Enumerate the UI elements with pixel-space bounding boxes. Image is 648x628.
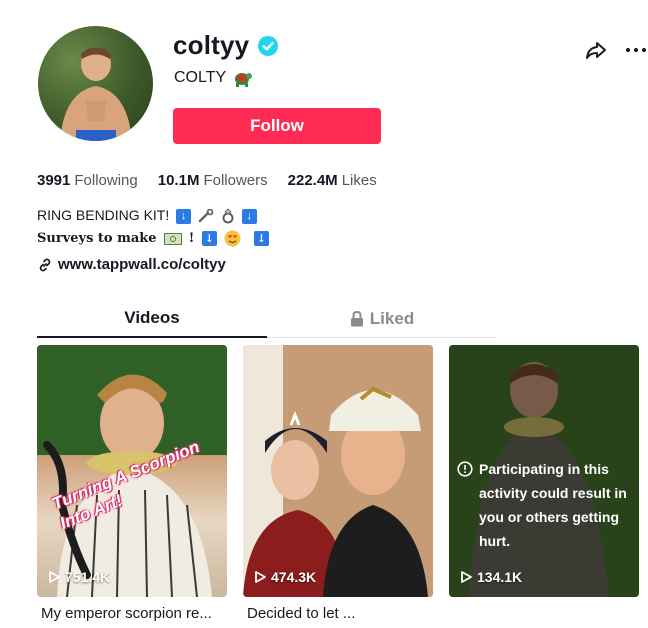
video-card[interactable]: Turning A Scorpion Into Art! 751.4K bbox=[37, 345, 227, 597]
down-arrow-icon: ↓ bbox=[176, 208, 192, 224]
bio-link[interactable]: www.tappwall.co/coltyy bbox=[38, 256, 226, 273]
stat-value: 3991 bbox=[37, 172, 71, 189]
down-arrow-icon: ↓ bbox=[253, 231, 269, 246]
video-caption[interactable]: Decided to let ... bbox=[247, 605, 355, 622]
view-count-value: 751.4K bbox=[65, 569, 111, 585]
link-icon bbox=[39, 258, 51, 271]
stat-following[interactable]: 3991 Following bbox=[37, 172, 138, 189]
turtle-emoji-icon bbox=[235, 73, 253, 87]
money-icon bbox=[164, 232, 183, 245]
play-icon bbox=[49, 571, 60, 583]
ring-icon bbox=[222, 208, 234, 224]
more-icon[interactable] bbox=[624, 38, 648, 62]
view-count-value: 474.3K bbox=[271, 569, 317, 585]
stat-followers[interactable]: 10.1M Followers bbox=[158, 172, 268, 189]
bio: RING BENDING KIT! ↓ ↓ Surveys to make ! … bbox=[37, 204, 269, 250]
play-icon bbox=[255, 571, 266, 583]
avatar[interactable] bbox=[38, 26, 153, 141]
bio-line-2: Surveys to make ! ↓ ↓ bbox=[37, 227, 269, 250]
profile-stats: 3991 Following 10.1M Followers 222.4M Likes bbox=[37, 172, 377, 189]
stat-label: Followers bbox=[203, 172, 268, 189]
nickname: COLTY bbox=[174, 69, 227, 86]
content-warning: Participating in this activity could res… bbox=[457, 457, 633, 553]
username: coltyy bbox=[173, 30, 250, 60]
video-card[interactable]: Participating in this activity could res… bbox=[449, 345, 639, 597]
video-card[interactable]: 474.3K bbox=[243, 345, 433, 597]
tab-label: Liked bbox=[369, 308, 415, 328]
tab-liked[interactable]: Liked bbox=[267, 300, 497, 338]
bio-line-1-text: RING BENDING KIT! bbox=[37, 207, 170, 223]
username-row: coltyy bbox=[173, 30, 279, 61]
follow-button[interactable]: Follow bbox=[173, 108, 381, 144]
view-count: 474.3K bbox=[253, 569, 316, 585]
bio-line-2-text: Surveys to make bbox=[37, 231, 157, 246]
avatar-image bbox=[60, 47, 132, 141]
bio-line-1: RING BENDING KIT! ↓ ↓ bbox=[37, 204, 269, 227]
profile-tabs: Videos Liked bbox=[37, 300, 498, 338]
heart-eyes-emoji-icon bbox=[224, 230, 241, 247]
wrench-icon bbox=[198, 209, 214, 223]
stat-label: Following bbox=[74, 172, 138, 189]
down-arrow-icon: ↓ bbox=[241, 208, 257, 224]
stat-likes: 222.4M Likes bbox=[288, 172, 377, 189]
stat-value: 10.1M bbox=[157, 172, 200, 189]
tab-videos[interactable]: Videos bbox=[37, 300, 267, 338]
content-warning-text: Participating in this activity could res… bbox=[479, 461, 627, 549]
share-icon[interactable] bbox=[584, 38, 608, 62]
play-icon bbox=[461, 571, 472, 583]
tab-label: Videos bbox=[124, 308, 180, 327]
down-arrow-icon: ↓ bbox=[201, 231, 217, 246]
stat-value: 222.4M bbox=[287, 172, 338, 189]
view-count-value: 134.1K bbox=[477, 569, 523, 585]
video-caption[interactable]: My emperor scorpion re... bbox=[41, 605, 212, 622]
lock-icon bbox=[350, 310, 363, 326]
bio-link-text[interactable]: www.tappwall.co/coltyy bbox=[58, 256, 226, 273]
view-count: 751.4K bbox=[47, 569, 110, 585]
warning-icon bbox=[457, 461, 473, 477]
stat-label: Likes bbox=[341, 172, 377, 189]
nickname-row: COLTY bbox=[174, 68, 254, 88]
view-count: 134.1K bbox=[459, 569, 522, 585]
verified-badge-icon bbox=[258, 35, 279, 56]
video-thumbnail bbox=[243, 345, 433, 597]
